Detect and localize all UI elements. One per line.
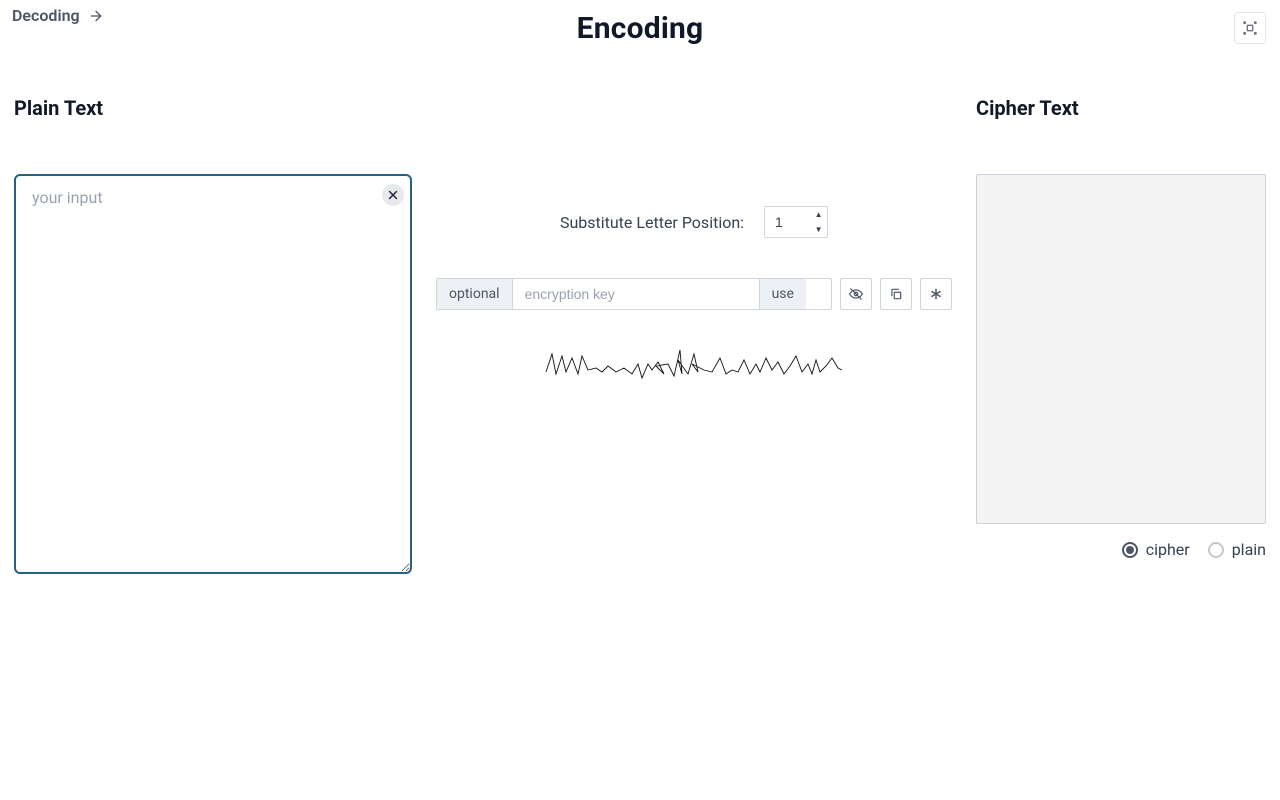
generate-key-button[interactable] — [920, 278, 952, 310]
eye-off-icon — [849, 287, 863, 301]
page-title: Encoding — [577, 11, 704, 46]
cipher-text-output — [976, 174, 1266, 524]
cipher-text-title: Cipher Text — [976, 96, 1266, 120]
decoding-link[interactable]: Decoding — [12, 6, 104, 25]
clear-input-button[interactable] — [382, 184, 404, 206]
use-key-button[interactable]: use — [759, 279, 806, 309]
radio-cipher-label: cipher — [1146, 540, 1190, 559]
radio-unchecked-icon — [1208, 542, 1224, 558]
arrow-right-icon — [88, 8, 104, 24]
plain-text-input[interactable] — [14, 174, 412, 574]
decorative-scribble — [544, 344, 844, 384]
output-mode-cipher[interactable]: cipher — [1122, 540, 1190, 559]
position-input[interactable] — [765, 207, 809, 237]
decoding-link-label: Decoding — [12, 6, 80, 25]
output-mode-plain[interactable]: plain — [1208, 540, 1266, 559]
radio-plain-label: plain — [1232, 540, 1266, 559]
asterisk-icon — [929, 287, 943, 301]
hide-key-button[interactable] — [840, 278, 872, 310]
radio-checked-icon — [1122, 542, 1138, 558]
encryption-key-input[interactable] — [513, 279, 759, 309]
close-icon — [387, 189, 399, 201]
copy-key-button[interactable] — [880, 278, 912, 310]
expand-icon — [1242, 20, 1258, 36]
step-down-button[interactable]: ▼ — [810, 222, 827, 237]
step-up-button[interactable]: ▲ — [810, 207, 827, 222]
plain-text-title: Plain Text — [14, 96, 412, 120]
position-stepper[interactable]: ▲ ▼ — [764, 206, 828, 238]
copy-icon — [889, 287, 903, 301]
optional-addon: optional — [437, 279, 513, 309]
fullscreen-button[interactable] — [1234, 12, 1266, 44]
substitute-position-label: Substitute Letter Position: — [560, 213, 744, 232]
